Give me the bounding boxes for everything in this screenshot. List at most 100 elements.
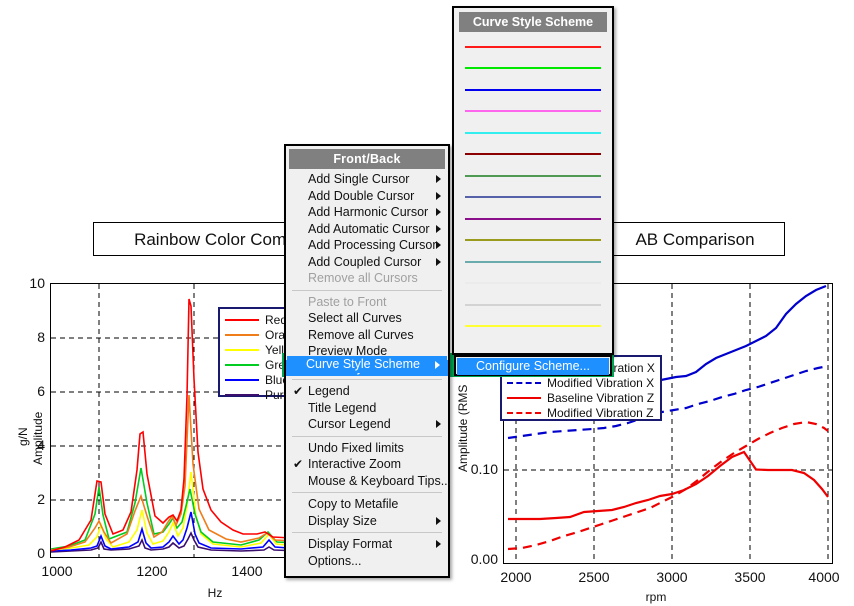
menu-item-cursor-legend[interactable]: Cursor Legend	[286, 416, 448, 433]
chevron-right-icon	[436, 191, 441, 200]
right-chart-yaxis-label: Amplitude (RMS	[456, 384, 470, 472]
curve-style-scheme-header: Curve Style Scheme	[459, 12, 607, 32]
menu-item-label: Mouse & Keyboard Tips...	[308, 473, 452, 488]
curve-style-row[interactable]	[454, 78, 612, 100]
menu-item-add-coupled-cursor[interactable]: Add Coupled Cursor	[286, 254, 448, 271]
curve-style-line-swatch	[465, 260, 601, 263]
curve-style-line-swatch	[465, 153, 601, 156]
curve-style-row[interactable]	[454, 207, 612, 229]
left-chart-xtick-1000: 1000	[41, 563, 73, 579]
menu-item-mouse-keyboard-tips[interactable]: Mouse & Keyboard Tips...	[286, 473, 452, 490]
menu-separator	[292, 435, 442, 437]
chevron-right-icon	[435, 361, 440, 369]
menu-item-add-harmonic-cursor[interactable]: Add Harmonic Cursor	[286, 204, 448, 221]
legend-swatch-blue	[225, 378, 259, 381]
curve-style-line-swatch	[465, 110, 601, 113]
legend-swatch-purple	[225, 393, 259, 396]
menu-item-undo-fixed-limits[interactable]: Undo Fixed limits	[286, 440, 448, 457]
menu-separator	[292, 379, 442, 380]
menu-item-add-processing-cursor[interactable]: Add Processing Cursor	[286, 237, 448, 254]
menu-item-options[interactable]: Options...	[286, 553, 448, 570]
menu-item-label: Curve Style Scheme	[306, 357, 420, 371]
curve-style-row[interactable]	[454, 164, 612, 186]
menu-item-interactive-zoom[interactable]: ✔ Interactive Zoom	[286, 456, 448, 473]
menu-item-add-double-cursor[interactable]: Add Double Cursor	[286, 188, 448, 205]
curve-style-line-swatch	[465, 239, 601, 242]
menu-item-display-format[interactable]: Display Format	[286, 536, 448, 553]
left-chart-ytick-6: 6	[37, 383, 45, 399]
left-chart-xaxis-label: Hz	[207, 586, 223, 600]
right-chart-title: AB Comparison	[605, 222, 785, 256]
right-chart-ytick-010: 0.10	[470, 461, 498, 477]
curve-style-submenu[interactable]: Configure Scheme...	[454, 355, 612, 376]
legend-swatch-yellow	[225, 348, 259, 351]
right-chart-xtick-2500: 2500	[578, 569, 610, 585]
curve-style-row[interactable]	[454, 293, 612, 315]
menu-item-add-single-cursor[interactable]: Add Single Cursor	[286, 171, 448, 188]
chevron-right-icon	[436, 516, 441, 525]
menu-item-label: Add Coupled Cursor	[308, 254, 422, 269]
menu-item-configure-scheme[interactable]: Configure Scheme...	[457, 358, 609, 375]
menu-item-label: Add Harmonic Cursor	[308, 205, 429, 219]
menu-item-copy-to-metafile[interactable]: Copy to Metafile	[286, 496, 448, 513]
curve-style-row[interactable]	[454, 315, 612, 337]
chevron-right-icon	[436, 420, 441, 429]
menu-item-label: Cursor Legend	[308, 417, 391, 431]
menu-item-label: Title Legend	[308, 400, 377, 415]
legend-swatch-modified-z	[507, 411, 541, 414]
menu-item-label: Undo Fixed limits	[308, 440, 404, 455]
legend-item: Baseline Vibration Z	[507, 390, 655, 405]
curve-style-line-swatch	[465, 67, 601, 70]
curve-style-line-swatch	[465, 196, 601, 199]
curve-style-line-swatch	[465, 325, 601, 328]
chevron-right-icon	[436, 208, 441, 217]
menu-item-label: Add Processing Cursor	[308, 238, 437, 252]
menu-item-label: Add Automatic Cursor	[308, 221, 430, 236]
right-chart-xtick-3500: 3500	[734, 569, 766, 585]
curve-style-row[interactable]	[454, 186, 612, 208]
menu-item-display-size[interactable]: Display Size	[286, 513, 448, 530]
screenshot-root: Rainbow Color Comparison g/N Amplitude 1…	[0, 0, 854, 606]
legend-item: Modified Vibration X	[507, 375, 655, 390]
right-chart-xtick-3000: 3000	[656, 569, 688, 585]
checkmark-icon: ✔	[293, 457, 304, 471]
chevron-right-icon	[436, 224, 441, 233]
menu-separator	[292, 492, 442, 493]
legend-swatch-green	[225, 363, 259, 366]
menu-item-select-all-curves[interactable]: Select all Curves	[286, 310, 448, 327]
menu-item-label: Remove all Cursors	[308, 271, 418, 285]
legend-label: Baseline Vibration Z	[547, 390, 655, 405]
curve-style-line-swatch	[465, 45, 601, 48]
menu-item-label: Display Size	[308, 513, 377, 528]
chevron-right-icon	[436, 175, 441, 184]
curve-style-row[interactable]	[454, 250, 612, 272]
curve-style-row[interactable]	[454, 272, 612, 294]
menu-item-legend[interactable]: ✔ Legend	[286, 383, 448, 400]
menu-item-remove-all-cursors: Remove all Cursors	[286, 270, 448, 287]
chevron-right-icon	[436, 257, 441, 266]
left-chart-ytick-0: 0	[37, 545, 45, 561]
left-chart-xtick-1200: 1200	[136, 563, 168, 579]
right-chart-ytick-000: 0.00	[470, 551, 498, 567]
checkmark-icon: ✔	[293, 384, 304, 398]
curve-style-row[interactable]	[454, 143, 612, 165]
curve-style-row[interactable]	[454, 229, 612, 251]
legend-label: Modified Vibration Z	[547, 405, 654, 420]
left-chart-ytick-4: 4	[37, 437, 45, 453]
menu-item-remove-all-curves[interactable]: Remove all Curves	[286, 327, 448, 344]
menu-item-label: Remove all Curves	[308, 327, 414, 342]
right-chart-xaxis-label: rpm	[645, 590, 667, 604]
menu-item-curve-style-scheme[interactable]: Curve Style Scheme	[287, 356, 447, 373]
curve-style-row[interactable]	[454, 121, 612, 143]
curve-style-row[interactable]	[454, 57, 612, 79]
menu-item-label: Legend	[308, 384, 350, 398]
curve-style-line-swatch	[465, 174, 601, 177]
curve-style-row[interactable]	[454, 100, 612, 122]
menu-item-label: Copy to Metafile	[308, 497, 399, 511]
curve-style-scheme-panel[interactable]: Curve Style Scheme	[452, 6, 614, 355]
chevron-right-icon	[436, 241, 441, 250]
menu-item-add-automatic-cursor[interactable]: Add Automatic Cursor	[286, 221, 448, 238]
curve-style-row[interactable]	[454, 35, 612, 57]
menu-item-title-legend[interactable]: Title Legend	[286, 400, 448, 417]
left-chart-ytick-10: 10	[29, 275, 45, 291]
